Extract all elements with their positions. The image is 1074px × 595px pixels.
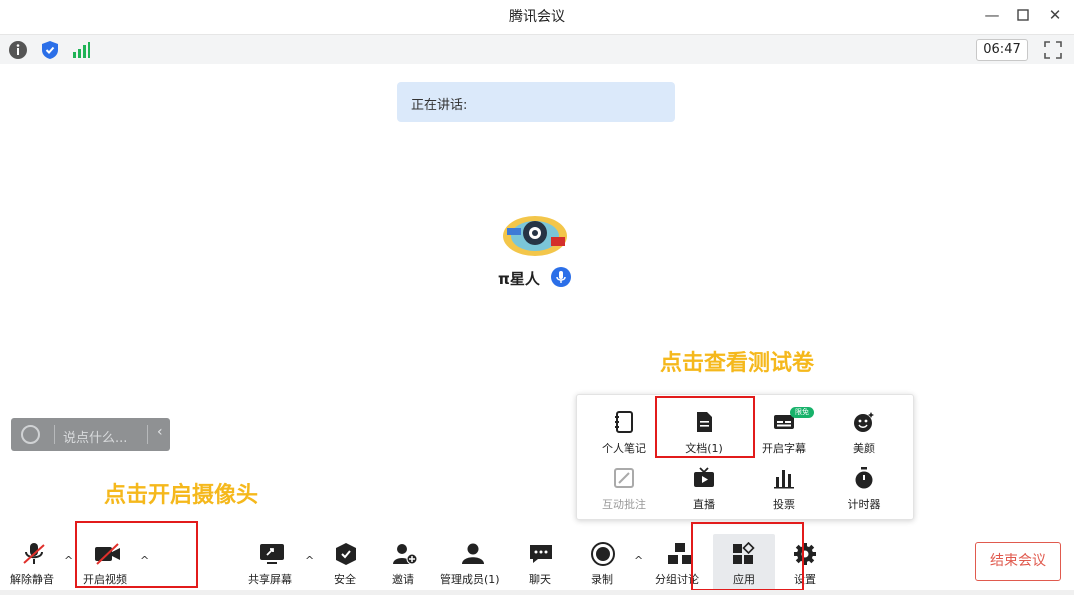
chat-icon	[528, 542, 554, 566]
mic-muted-icon	[21, 542, 47, 566]
app-personal-notes[interactable]: 个人笔记	[589, 409, 659, 459]
fullscreen-icon[interactable]	[1044, 41, 1062, 59]
free-badge: 限免	[790, 407, 814, 418]
speaking-label: 正在讲话:	[411, 98, 468, 113]
divider	[147, 425, 148, 444]
app-beauty[interactable]: 美颜	[829, 409, 899, 459]
security-icon	[333, 542, 359, 566]
notebook-icon	[613, 411, 635, 433]
apps-hint-annotation: 点击查看测试卷	[660, 351, 815, 376]
toolbar-label: 聊天	[529, 573, 551, 586]
app-label: 直播	[693, 498, 715, 511]
window-title: 腾讯会议	[509, 9, 565, 25]
live-icon	[693, 467, 715, 489]
chat-quick-input[interactable]: 说点什么... ‹	[11, 418, 170, 451]
app-label: 投票	[773, 498, 795, 511]
speaking-indicator: 正在讲话:	[397, 82, 675, 122]
bottom-edge	[0, 590, 1074, 595]
manage-members-button[interactable]: 管理成员(1)	[440, 540, 506, 590]
network-signal-icon[interactable]	[71, 40, 91, 60]
meeting-info-icon[interactable]	[8, 40, 28, 60]
app-label: 计时器	[847, 498, 881, 511]
documents-highlight-box	[655, 396, 755, 458]
security-shield-icon[interactable]	[40, 40, 60, 60]
camera-hint-annotation: 点击开启摄像头	[104, 483, 259, 508]
unmute-button[interactable]: 解除静音	[8, 540, 62, 590]
title-bar: 腾讯会议 — ✕	[0, 0, 1074, 30]
record-options-chevron-icon[interactable]: ^	[634, 554, 643, 567]
emoji-icon[interactable]	[21, 425, 40, 444]
breakout-icon	[667, 542, 693, 566]
security-button[interactable]: 安全	[329, 540, 363, 590]
app-vote[interactable]: 投票	[749, 465, 819, 515]
audio-options-chevron-icon[interactable]: ^	[64, 554, 73, 567]
members-icon	[460, 542, 486, 566]
mic-active-icon	[551, 267, 571, 287]
collapse-chevron-icon[interactable]: ‹	[157, 424, 163, 440]
vote-icon	[773, 467, 795, 489]
toolbar-label: 管理成员(1)	[440, 573, 500, 586]
toolbar-label: 共享屏幕	[248, 573, 292, 586]
app-interactive-annotation: 互动批注	[589, 465, 659, 515]
timer-icon	[853, 467, 875, 489]
toolbar-label: 解除静音	[10, 573, 54, 586]
meeting-info-bar: 06:47	[0, 34, 1074, 64]
record-icon	[590, 542, 616, 566]
chat-placeholder: 说点什么...	[63, 431, 128, 446]
record-button[interactable]: 录制	[588, 540, 622, 590]
participant-avatar	[501, 211, 569, 261]
maximize-icon[interactable]	[1011, 4, 1035, 26]
toolbar-label: 邀请	[392, 573, 414, 586]
chat-button[interactable]: 聊天	[526, 540, 560, 590]
minimize-icon[interactable]: —	[980, 4, 1004, 26]
divider	[54, 425, 55, 444]
app-label: 个人笔记	[602, 442, 646, 455]
app-label: 开启字幕	[762, 442, 806, 455]
end-meeting-button[interactable]: 结束会议	[975, 542, 1061, 581]
start-video-highlight-box	[75, 521, 198, 588]
invite-button[interactable]: 邀请	[388, 540, 422, 590]
invite-icon	[392, 542, 418, 566]
share-options-chevron-icon[interactable]: ^	[305, 554, 314, 567]
annotate-icon	[613, 467, 635, 489]
app-timer[interactable]: 计时器	[829, 465, 899, 515]
apps-highlight-box	[691, 522, 804, 591]
app-live[interactable]: 直播	[669, 465, 739, 515]
close-icon[interactable]: ✕	[1043, 4, 1067, 26]
share-screen-button[interactable]: 共享屏幕	[246, 540, 302, 590]
toolbar-label: 安全	[334, 573, 356, 586]
app-label: 互动批注	[602, 498, 646, 511]
participant-name: π星人	[498, 270, 540, 288]
app-label: 美颜	[853, 442, 875, 455]
share-screen-icon	[259, 542, 285, 566]
toolbar-label: 录制	[591, 573, 613, 586]
meeting-timer: 06:47	[976, 39, 1028, 61]
beauty-icon	[853, 411, 875, 433]
